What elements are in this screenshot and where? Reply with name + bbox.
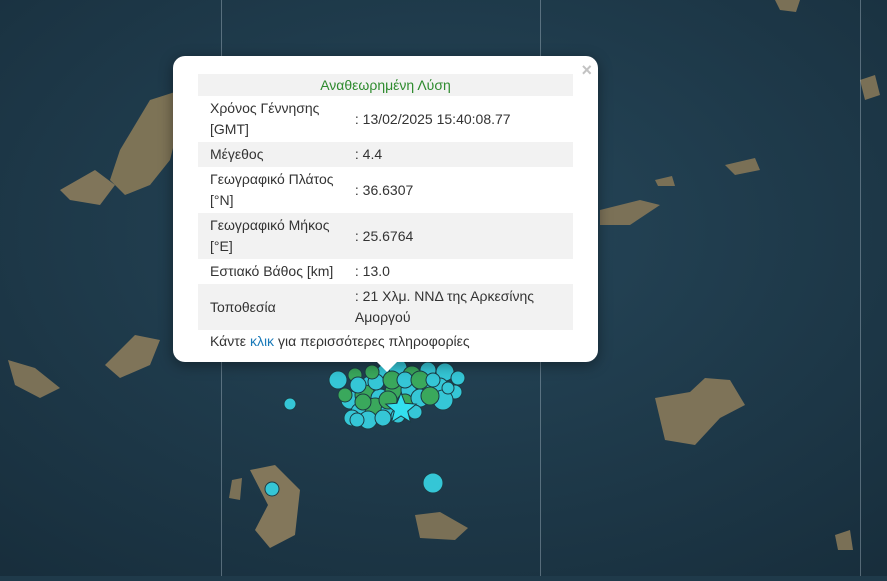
latitude-label: Γεωγραφικό Πλάτος [°N] bbox=[210, 171, 334, 208]
magnitude-value: : 4.4 bbox=[352, 142, 573, 167]
location-value: : 21 Χλμ. ΝΝΔ της Αρκεσίνης Αμοργού bbox=[352, 284, 573, 330]
earthquake-marker[interactable] bbox=[422, 472, 444, 494]
earthquake-marker[interactable] bbox=[374, 409, 392, 427]
earthquake-marker[interactable] bbox=[450, 370, 466, 386]
more-info-prefix: Κάντε bbox=[210, 333, 247, 349]
earthquake-marker[interactable] bbox=[337, 387, 353, 403]
close-icon[interactable]: × bbox=[581, 60, 592, 80]
earthquake-marker[interactable] bbox=[354, 393, 372, 411]
origin-time-value: : 13/02/2025 15:40:08.77 bbox=[354, 110, 511, 127]
longitude-value: : 25.6764 bbox=[352, 213, 573, 259]
earthquake-marker[interactable] bbox=[328, 370, 348, 390]
latitude-value: : 36.6307 bbox=[354, 181, 414, 198]
more-info-text: Κάντε κλικ για περισσότερες πληροφορίες bbox=[198, 333, 573, 349]
earthquake-marker[interactable] bbox=[425, 372, 441, 388]
location-label: Τοποθεσία bbox=[198, 284, 353, 330]
earthquake-marker[interactable] bbox=[441, 381, 455, 395]
earthquake-marker[interactable] bbox=[420, 386, 440, 406]
popup-tip bbox=[376, 361, 398, 372]
origin-time-label: Χρόνος Γέννησης [GMT] bbox=[210, 100, 320, 137]
earthquake-marker[interactable] bbox=[264, 481, 280, 497]
earthquake-info-table: Αναθεωρημένη Λύση Χρόνος Γέννησης [GMT] … bbox=[198, 74, 573, 330]
magnitude-label: Μέγεθος bbox=[198, 142, 353, 167]
depth-label: Εστιακό Βάθος [km] bbox=[210, 263, 334, 279]
earthquake-marker[interactable] bbox=[349, 376, 367, 394]
earthquake-popup: × Αναθεωρημένη Λύση Χρόνος Γέννησης [GMT… bbox=[173, 56, 598, 372]
earthquake-marker[interactable] bbox=[283, 397, 297, 411]
depth-value: : 13.0 bbox=[354, 263, 390, 279]
earthquake-marker[interactable] bbox=[349, 412, 365, 428]
popup-header: Αναθεωρημένη Λύση bbox=[198, 74, 573, 96]
more-info-link[interactable]: κλικ bbox=[250, 333, 274, 349]
longitude-label: Γεωγραφικό Μήκος [°E] bbox=[198, 213, 353, 259]
more-info-suffix: για περισσότερες πληροφορίες bbox=[277, 333, 470, 349]
